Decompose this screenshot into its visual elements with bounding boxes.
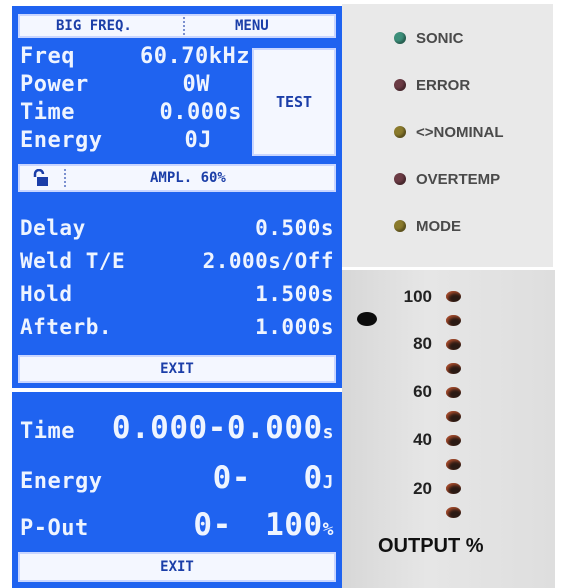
hold-label: Hold: [20, 282, 73, 306]
delay-value: 0.500s: [255, 216, 334, 240]
result-pout-min: 0-: [193, 507, 232, 543]
result-energy-min: 0-: [212, 460, 251, 496]
header-divider: [183, 17, 185, 35]
exit-button[interactable]: EXIT: [18, 355, 336, 383]
dot-indicator: [357, 312, 377, 326]
scale-label-80: 80: [413, 334, 432, 353]
freq-row: Freq 60.70kHz: [20, 44, 250, 69]
output-led-100: [446, 291, 461, 302]
menu-button[interactable]: MENU: [235, 18, 269, 34]
freq-label: Freq: [20, 44, 75, 69]
output-led-80: [446, 339, 461, 350]
result-energy-row: Energy 0- 0J: [20, 460, 334, 496]
afterburst-value: 1.000s: [255, 315, 334, 339]
result-time-row: Time 0.000-0.000s: [20, 410, 334, 446]
power-value: 0W: [182, 72, 210, 97]
ampl-divider: [64, 169, 66, 187]
output-led-40: [446, 435, 461, 446]
output-led-20: [446, 483, 461, 494]
result-time-unit: s: [322, 422, 334, 443]
result-time-max: 0.000: [226, 410, 323, 446]
energy-label: Energy: [20, 128, 103, 153]
hold-row[interactable]: Hold 1.500s: [20, 282, 334, 306]
nominal-led: [394, 126, 406, 138]
output-led-90: [446, 315, 461, 326]
result-pout-unit: %: [322, 519, 334, 540]
output-led-50: [446, 411, 461, 422]
power-label: Power: [20, 72, 89, 97]
freq-value: 60.70kHz: [140, 44, 250, 69]
output-title: OUTPUT %: [378, 535, 484, 557]
test-button[interactable]: TEST: [252, 48, 336, 156]
mode-led: [394, 220, 406, 232]
scale-label-40: 40: [413, 430, 432, 449]
scale-label-60: 60: [413, 382, 432, 401]
scale-label-20: 20: [413, 479, 432, 498]
amplitude-bar: AMPL. 60%: [18, 164, 336, 192]
result-pout-label: P-Out: [20, 516, 89, 541]
hold-value: 1.500s: [255, 282, 334, 306]
status-led-panel: SONIC ERROR <>NOMINAL OVERTEMP MODE: [342, 4, 553, 267]
overtemp-label: OVERTEMP: [416, 171, 501, 188]
output-led-60: [446, 387, 461, 398]
error-led: [394, 79, 406, 91]
result-pout-max: 100: [265, 507, 323, 543]
amplitude-button[interactable]: AMPL. 60%: [150, 170, 226, 186]
scale-label-100: 100: [403, 287, 432, 306]
time-label: Time: [20, 100, 75, 125]
results-screen: Time 0.000-0.000s Energy 0- 0J P-Out 0- …: [12, 392, 342, 588]
overtemp-led: [394, 173, 406, 185]
big-freq-button[interactable]: BIG FREQ.: [56, 18, 132, 34]
output-led-30: [446, 459, 461, 470]
weld-settings-screen: Delay 0.500s Weld T/E 2.000s/Off Hold 1.…: [12, 202, 342, 388]
mode-label: MODE: [416, 218, 461, 235]
weld-te-row[interactable]: Weld T/E 2.000s/Off: [20, 249, 334, 273]
delay-label: Delay: [20, 216, 86, 240]
delay-row[interactable]: Delay 0.500s: [20, 216, 334, 240]
result-energy-max: 0: [303, 460, 323, 496]
afterburst-row[interactable]: Afterb. 1.000s: [20, 315, 334, 339]
output-led-70: [446, 363, 461, 374]
result-time-min: 0.000-: [111, 410, 227, 446]
energy-value: 0J: [184, 128, 212, 153]
exit-button-results[interactable]: EXIT: [18, 552, 336, 582]
afterburst-label: Afterb.: [20, 315, 113, 339]
result-time-label: Time: [20, 419, 75, 444]
time-value: 0.000s: [159, 100, 242, 125]
nominal-label: <>NOMINAL: [416, 124, 504, 141]
main-screen: BIG FREQ. MENU Freq 60.70kHz Power 0W Ti…: [12, 6, 342, 202]
header-bar: BIG FREQ. MENU: [18, 14, 336, 38]
sonic-led: [394, 32, 406, 44]
output-led-10: [446, 507, 461, 518]
result-energy-label: Energy: [20, 469, 103, 494]
output-bargraph-panel: 100 80 60 40 20 OUTPUT %: [342, 270, 555, 588]
error-label: ERROR: [416, 77, 471, 94]
weld-te-label: Weld T/E: [20, 249, 126, 273]
weld-te-value: 2.000s/Off: [202, 249, 334, 273]
unlock-icon[interactable]: [32, 168, 52, 187]
time-row: Time 0.000s: [20, 100, 242, 125]
power-row: Power 0W: [20, 72, 210, 97]
energy-row: Energy 0J: [20, 128, 212, 153]
sonic-label: SONIC: [416, 30, 464, 47]
result-energy-unit: J: [322, 472, 334, 493]
result-pout-row: P-Out 0- 100%: [20, 507, 334, 543]
